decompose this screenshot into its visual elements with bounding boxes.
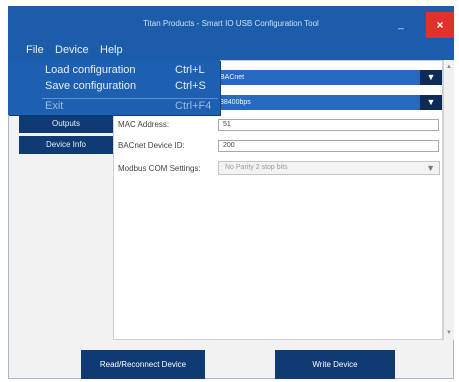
sidebar-item-device-info[interactable]: Device Info [19, 136, 113, 154]
protocol-value: BACnet [220, 74, 245, 81]
save-shortcut: Ctrl+S [175, 80, 206, 92]
menu-item-load-configuration[interactable]: Load configuration [45, 64, 136, 76]
baud-rate-select[interactable]: 38400bps ▼ [218, 95, 442, 110]
menu-device[interactable]: Device [55, 44, 89, 56]
scroll-down-icon[interactable]: ▼ [446, 330, 452, 336]
modbus-com-settings-value: No Parity 2 stop bits [225, 164, 288, 171]
mac-address-field[interactable]: 51 [218, 119, 439, 131]
write-device-button[interactable]: Write Device [275, 350, 395, 379]
menu-item-exit[interactable]: Exit [45, 100, 63, 112]
read-reconnect-device-button[interactable]: Read/Reconnect Device [81, 350, 205, 379]
chevron-down-icon[interactable]: ▼ [420, 95, 442, 110]
menu-separator [42, 98, 218, 99]
close-button[interactable]: × [426, 12, 454, 38]
protocol-select[interactable]: BACnet ▼ [218, 70, 442, 85]
title-bar: Titan Products - Smart IO USB Configurat… [8, 6, 454, 40]
modbus-com-settings-label: Modbus COM Settings: [118, 164, 201, 173]
scroll-up-icon[interactable]: ▲ [446, 64, 452, 70]
sidebar-item-outputs[interactable]: Outputs [19, 115, 113, 133]
bacnet-device-id-label: BACnet Device ID: [118, 141, 185, 150]
exit-shortcut: Ctrl+F4 [175, 100, 212, 112]
load-shortcut: Ctrl+L [175, 64, 205, 76]
chevron-down-icon: ▼ [426, 163, 435, 173]
mac-address-label: MAC Address: [118, 120, 170, 129]
menu-help[interactable]: Help [100, 44, 123, 56]
chevron-down-icon[interactable]: ▼ [420, 70, 442, 85]
file-menu-dropdown: Load configuration Ctrl+L Save configura… [8, 60, 220, 115]
menu-file[interactable]: File [26, 44, 44, 56]
vertical-scrollbar[interactable]: ▲ ▼ [443, 60, 454, 340]
menu-item-save-configuration[interactable]: Save configuration [45, 80, 136, 92]
modbus-com-settings-select: No Parity 2 stop bits ▼ [218, 161, 440, 175]
minimize-button[interactable]: _ [388, 12, 414, 38]
menu-bar: File Device Help [8, 40, 454, 60]
baud-rate-value: 38400bps [220, 99, 251, 106]
bacnet-device-id-field[interactable]: 200 [218, 140, 439, 152]
